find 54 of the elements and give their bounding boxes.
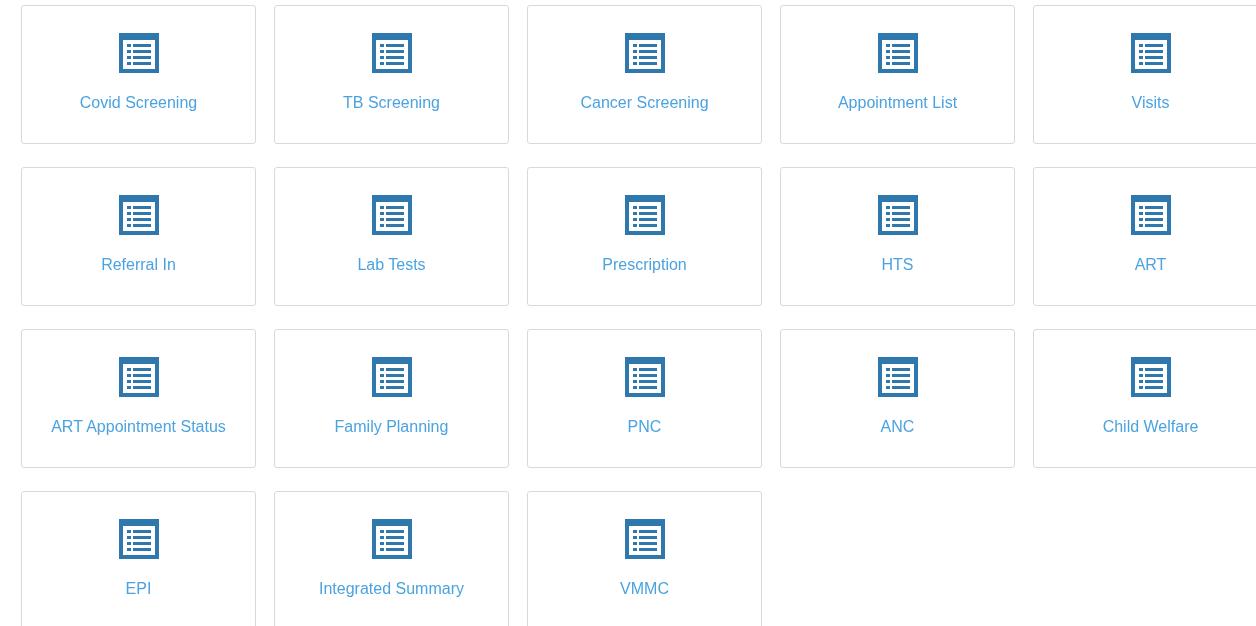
tile-label: Cancer Screening: [580, 94, 709, 112]
list-icon: [877, 357, 918, 397]
tile-label: Child Welfare: [1102, 418, 1199, 436]
list-icon: [624, 33, 665, 73]
tile-label: Covid Screening: [79, 94, 198, 112]
report-tile[interactable]: Cancer Screening: [527, 5, 762, 144]
list-icon: [371, 195, 412, 235]
report-tile[interactable]: Family Planning: [274, 329, 509, 468]
tile-label: PNC: [627, 418, 662, 436]
report-tile[interactable]: EPI: [21, 491, 256, 626]
tile-label: VMMC: [620, 580, 669, 598]
report-tile[interactable]: ART: [1033, 167, 1256, 306]
list-icon: [118, 357, 159, 397]
list-icon: [371, 33, 412, 73]
report-tile[interactable]: ART Appointment Status: [21, 329, 256, 468]
list-icon: [624, 357, 665, 397]
list-icon: [118, 519, 159, 559]
report-tile[interactable]: HTS: [780, 167, 1015, 306]
report-tile[interactable]: Lab Tests: [274, 167, 509, 306]
report-tile[interactable]: ANC: [780, 329, 1015, 468]
report-tile[interactable]: Integrated Summary: [274, 491, 509, 626]
tile-label: EPI: [125, 580, 152, 598]
report-tile[interactable]: Visits: [1033, 5, 1256, 144]
tile-label: Visits: [1131, 94, 1170, 112]
tile-label: Prescription: [602, 256, 687, 274]
tile-label: ANC: [880, 418, 915, 436]
tile-label: HTS: [881, 256, 914, 274]
report-tile[interactable]: VMMC: [527, 491, 762, 626]
report-tile[interactable]: Appointment List: [780, 5, 1015, 144]
report-tile[interactable]: TB Screening: [274, 5, 509, 144]
tile-label: Lab Tests: [357, 256, 426, 274]
tile-label: Appointment List: [837, 94, 958, 112]
tile-label: ART Appointment Status: [51, 418, 226, 436]
list-icon: [371, 357, 412, 397]
list-icon: [118, 195, 159, 235]
report-tile[interactable]: PNC: [527, 329, 762, 468]
report-tile[interactable]: Covid Screening: [21, 5, 256, 144]
report-tile[interactable]: Referral In: [21, 167, 256, 306]
list-icon: [118, 33, 159, 73]
tile-label: Integrated Summary: [319, 580, 464, 598]
list-icon: [1130, 357, 1171, 397]
list-icon: [877, 33, 918, 73]
report-tile[interactable]: Child Welfare: [1033, 329, 1256, 468]
list-icon: [624, 195, 665, 235]
tile-label: Family Planning: [334, 418, 449, 436]
tile-label: ART: [1134, 256, 1167, 274]
list-icon: [1130, 33, 1171, 73]
list-icon: [1130, 195, 1171, 235]
list-icon: [877, 195, 918, 235]
report-tile[interactable]: Prescription: [527, 167, 762, 306]
list-icon: [624, 519, 665, 559]
tile-label: Referral In: [101, 256, 176, 274]
list-icon: [371, 519, 412, 559]
tile-label: TB Screening: [343, 94, 440, 112]
